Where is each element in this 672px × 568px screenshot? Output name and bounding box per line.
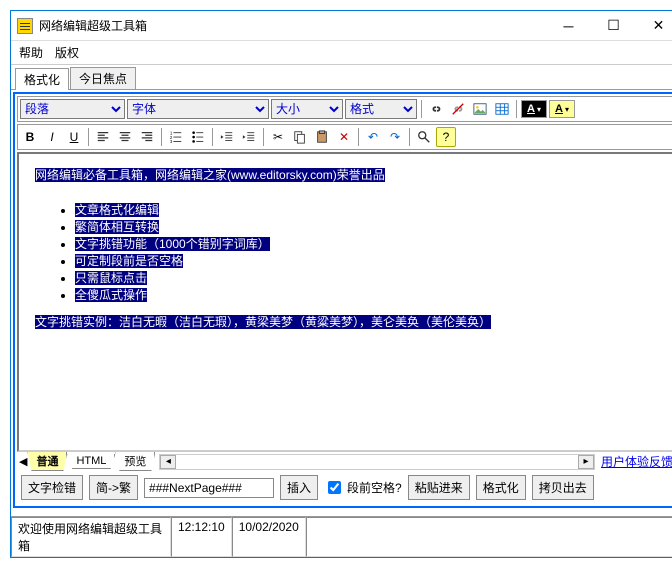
list-item: 文字挑错功能（1000个错别字词库）: [75, 237, 270, 251]
table-icon[interactable]: [492, 99, 512, 119]
unlink-icon[interactable]: [448, 99, 468, 119]
view-tab-preview[interactable]: 预览: [115, 452, 155, 471]
separator: [409, 128, 410, 146]
tab-today[interactable]: 今日焦点: [70, 67, 136, 89]
underline-button[interactable]: U: [64, 127, 84, 147]
titlebar: 网络编辑超级工具箱 ─ ☐ ✕: [11, 11, 672, 41]
separator: [358, 128, 359, 146]
unordered-list-icon[interactable]: [188, 127, 208, 147]
list-item: 可定制段前是否空格: [75, 254, 183, 268]
separator: [516, 100, 517, 118]
image-icon[interactable]: [470, 99, 490, 119]
menu-copyright[interactable]: 版权: [55, 44, 79, 61]
content-panel: 段落 字体 大小 格式 A▾ A▾ B I U 123: [13, 92, 672, 508]
status-date: 10/02/2020: [232, 517, 306, 557]
minimize-button[interactable]: ─: [546, 11, 591, 41]
separator: [161, 128, 162, 146]
status-message: 欢迎使用网络编辑超级工具箱: [11, 517, 171, 557]
horizontal-scrollbar[interactable]: ◂ ▸: [159, 454, 595, 470]
bold-button[interactable]: B: [20, 127, 40, 147]
bg-color-button[interactable]: A▾: [549, 100, 575, 118]
editor-area[interactable]: 网络编辑必备工具箱，网络编辑之家(www.editorsky.com)荣誉出品 …: [17, 152, 672, 452]
tab-format[interactable]: 格式化: [15, 68, 69, 90]
list-item: 文章格式化编辑: [75, 203, 159, 217]
space-before-checkbox[interactable]: 段前空格?: [324, 478, 402, 497]
text-check-button[interactable]: 文字检错: [21, 475, 83, 500]
editor-bullet-list: 文章格式化编辑 繁简体相互转换 文字挑错功能（1000个错别字词库） 可定制段前…: [75, 201, 657, 303]
view-tab-html[interactable]: HTML: [67, 454, 115, 469]
app-icon: [17, 18, 33, 34]
scroll-left-icon[interactable]: ◂: [160, 455, 176, 469]
close-button[interactable]: ✕: [636, 11, 672, 41]
list-item: 全傻瓜式操作: [75, 288, 147, 302]
ordered-list-icon[interactable]: 123: [166, 127, 186, 147]
separator: [263, 128, 264, 146]
copy-icon[interactable]: [290, 127, 310, 147]
redo-icon[interactable]: ↷: [385, 127, 405, 147]
link-icon[interactable]: [426, 99, 446, 119]
maximize-button[interactable]: ☐: [591, 11, 636, 41]
pagebreak-input[interactable]: [144, 478, 274, 498]
app-window: 网络编辑超级工具箱 ─ ☐ ✕ 帮助 版权 格式化 今日焦点 段落 字体 大小 …: [10, 10, 672, 558]
scroll-right-icon[interactable]: ▸: [578, 455, 594, 469]
toolbar-row-2: B I U 123 ✂ ✕ ↶ ↷ ?: [17, 124, 672, 150]
indent-icon[interactable]: [239, 127, 259, 147]
text-color-button[interactable]: A▾: [521, 100, 547, 118]
format-button[interactable]: 格式化: [476, 475, 526, 500]
undo-icon[interactable]: ↶: [363, 127, 383, 147]
status-spacer: [306, 517, 672, 557]
toolbar-row-1: 段落 字体 大小 格式 A▾ A▾: [17, 96, 672, 122]
feedback-link[interactable]: 用户体验反馈: [601, 453, 672, 470]
copy-out-button[interactable]: 拷贝出去: [532, 475, 594, 500]
view-tab-normal[interactable]: 普通: [27, 452, 67, 471]
statusbar: 欢迎使用网络编辑超级工具箱 12:12:10 10/02/2020: [11, 516, 672, 557]
simp-to-trad-button[interactable]: 简->繁: [89, 475, 138, 500]
space-before-input[interactable]: [328, 481, 341, 494]
list-item: 只需鼠标点击: [75, 271, 147, 285]
editor-text-line: 文字挑错实例：洁白无暇（洁白无瑕），黄梁美梦（黄粱美梦），美仑美奂（美伦美奂）: [35, 315, 491, 329]
list-item: 繁简体相互转换: [75, 220, 159, 234]
cut-icon[interactable]: ✂: [268, 127, 288, 147]
paste-in-button[interactable]: 粘贴进来: [408, 475, 470, 500]
help-icon[interactable]: ?: [436, 127, 456, 147]
align-left-icon[interactable]: [93, 127, 113, 147]
format-select[interactable]: 格式: [345, 99, 417, 119]
separator: [212, 128, 213, 146]
status-time: 12:12:10: [171, 517, 232, 557]
svg-text:3: 3: [170, 139, 173, 144]
outdent-icon[interactable]: [217, 127, 237, 147]
top-tabbar: 格式化 今日焦点: [11, 65, 672, 90]
action-row: 文字检错 简->繁 插入 段前空格? 粘贴进来 格式化 拷贝出去: [17, 471, 672, 504]
editor-text-line: 网络编辑必备工具箱，网络编辑之家(www.editorsky.com)荣誉出品: [35, 168, 385, 182]
space-before-label: 段前空格?: [347, 479, 402, 496]
size-select[interactable]: 大小: [271, 99, 343, 119]
insert-button[interactable]: 插入: [280, 475, 318, 500]
find-icon[interactable]: [414, 127, 434, 147]
paste-icon[interactable]: [312, 127, 332, 147]
delete-icon[interactable]: ✕: [334, 127, 354, 147]
window-title: 网络编辑超级工具箱: [39, 17, 546, 34]
font-select[interactable]: 字体: [127, 99, 269, 119]
align-center-icon[interactable]: [115, 127, 135, 147]
paragraph-select[interactable]: 段落: [20, 99, 125, 119]
separator: [88, 128, 89, 146]
italic-button[interactable]: I: [42, 127, 62, 147]
menu-help[interactable]: 帮助: [19, 44, 43, 61]
bottom-tabs: ◀ 普通 HTML 预览 ◂ ▸ 用户体验反馈: [17, 452, 672, 471]
separator: [421, 100, 422, 118]
menubar: 帮助 版权: [11, 41, 672, 65]
align-right-icon[interactable]: [137, 127, 157, 147]
